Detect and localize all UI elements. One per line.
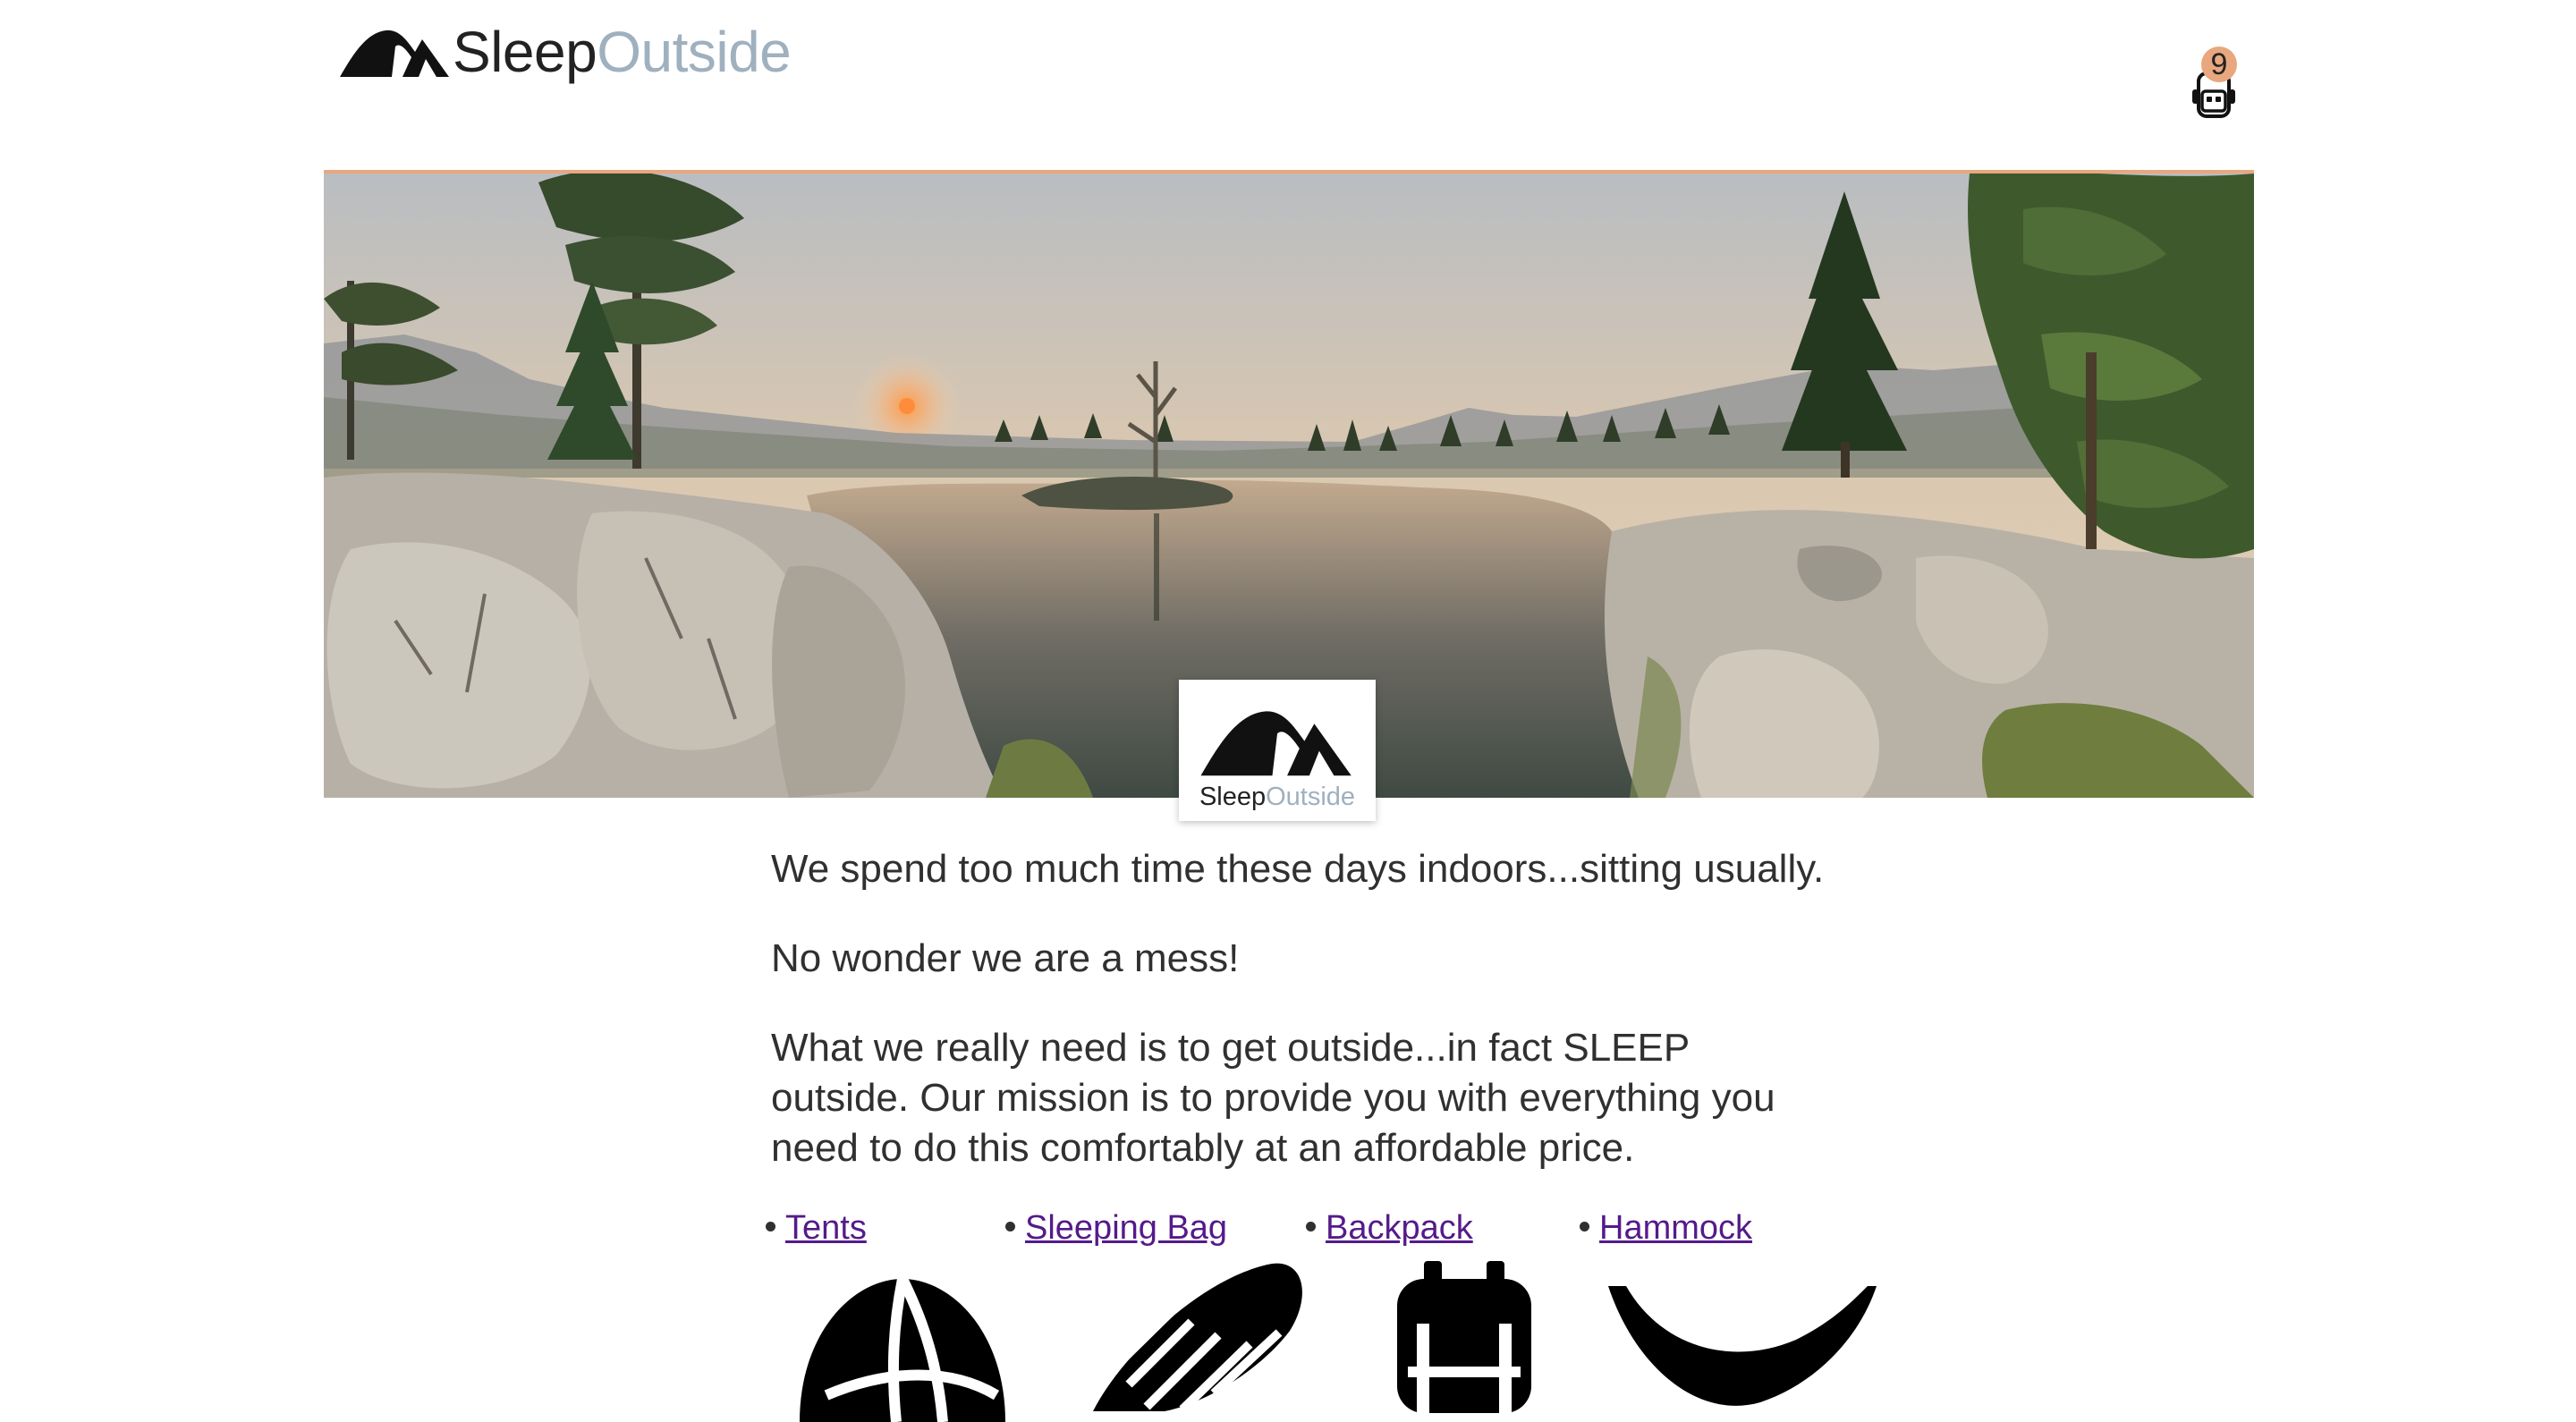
list-item: Tents <box>766 1206 1005 1422</box>
badge-wordmark: SleepOutside <box>1199 782 1355 812</box>
mission-paragraph: We spend too much time these days indoor… <box>771 847 1825 891</box>
tents-link[interactable]: Tents <box>785 1209 867 1247</box>
sleeping-bag-icon[interactable] <box>1066 1259 1308 1411</box>
home-logo-link[interactable]: SleepOutside <box>340 16 792 80</box>
bullet <box>1005 1222 1015 1232</box>
mission-section: We spend too much time these days indoor… <box>771 844 1826 1213</box>
bullet <box>1580 1222 1589 1232</box>
logo-text-sleep: Sleep <box>453 20 597 84</box>
mission-paragraph: What we really need is to get outside...… <box>771 1026 1775 1170</box>
logo-text-outside: Outside <box>597 20 792 84</box>
badge-text-outside: Outside <box>1266 783 1356 811</box>
list-item: Sleeping Bag <box>1005 1206 1302 1411</box>
hammock-icon[interactable] <box>1608 1286 1877 1411</box>
tent-logo-icon <box>340 30 449 77</box>
list-item: Hammock <box>1580 1206 1877 1406</box>
tent-icon[interactable] <box>791 1270 1014 1422</box>
backpack-icon[interactable] <box>1397 1261 1531 1413</box>
backpack-link[interactable]: Backpack <box>1326 1209 1473 1247</box>
list-item: Backpack <box>1306 1206 1531 1413</box>
logo-wordmark: SleepOutside <box>453 23 792 80</box>
badge-text-sleep: Sleep <box>1199 783 1267 811</box>
bullet <box>1306 1222 1316 1232</box>
product-category-list: Tents Sleeping Bag Backpack Hammock <box>766 1206 1880 1422</box>
cart-count-badge: 9 <box>2201 47 2237 82</box>
bullet <box>766 1222 775 1232</box>
cart-button[interactable]: 9 <box>2186 47 2241 122</box>
mission-paragraph: No wonder we are a mess! <box>771 936 1240 980</box>
tent-logo-icon <box>1200 711 1352 776</box>
hammock-link[interactable]: Hammock <box>1599 1209 1752 1247</box>
hero-logo-badge: SleepOutside <box>1179 680 1376 821</box>
sleeping-bag-link[interactable]: Sleeping Bag <box>1025 1209 1227 1247</box>
